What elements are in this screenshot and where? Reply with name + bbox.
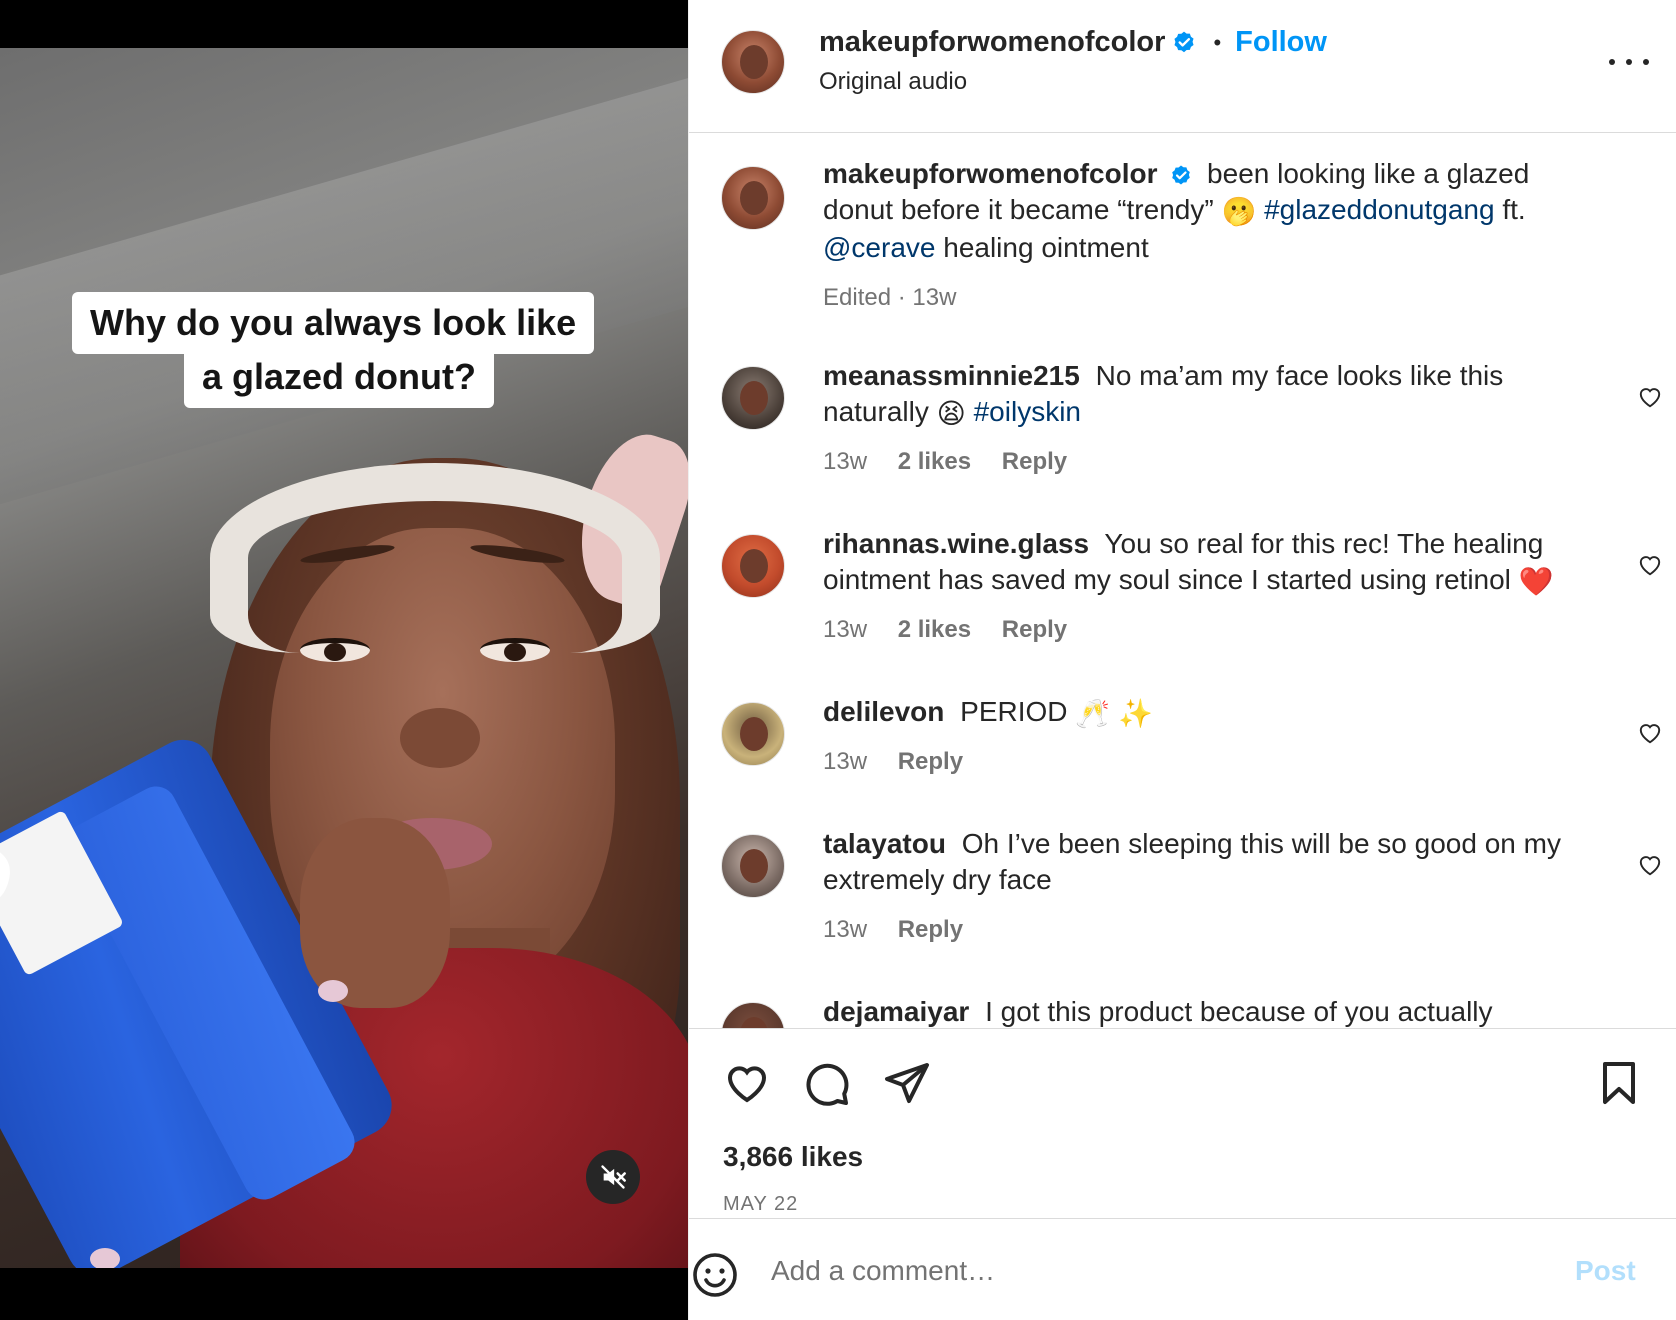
video-caption-line-2: a glazed donut? [184, 346, 494, 408]
comment-likes[interactable]: 2 likes [898, 448, 971, 475]
follow-button[interactable]: Follow [1235, 26, 1327, 59]
video-player[interactable]: CeraVe [0, 48, 688, 1268]
heart-icon[interactable] [1637, 720, 1663, 746]
verified-badge-icon [1172, 165, 1191, 185]
headband [210, 463, 660, 653]
comment-text: delilevon PERIOD 🥂 ✨ [823, 694, 1603, 732]
likes-count[interactable]: 3,866 likes [723, 1141, 863, 1173]
comment-body: PERIOD [960, 696, 1068, 727]
reply-button[interactable]: Reply [898, 916, 963, 943]
unmute-button[interactable] [586, 1150, 640, 1204]
comment-time: 13w [823, 448, 868, 475]
comment-text: rihannas.wine.glass You so real for this… [823, 526, 1603, 600]
post-button[interactable]: Post [1575, 1255, 1636, 1287]
comment-body: I got this product because of you actual… [985, 996, 1493, 1027]
caption-body: healing ointment [935, 231, 1149, 263]
comment-meta: 13w 2 likes Reply [823, 448, 1091, 476]
comment-time: 13w [823, 616, 868, 643]
emoji-champagne-sparkles: 🥂 ✨ [1075, 697, 1153, 729]
comment-meta: 13w Reply [823, 916, 987, 944]
verified-badge-icon [1174, 31, 1194, 52]
comment-username[interactable]: talayatou [823, 828, 946, 859]
hand [300, 818, 450, 1008]
comment-composer: Post [689, 1218, 1676, 1320]
commenter-avatar[interactable] [721, 366, 785, 430]
post-date[interactable]: MAY 22 [723, 1193, 798, 1216]
emoji-red-heart: ❤️ [1518, 565, 1554, 597]
emoji-tired-face: 😫 [936, 397, 966, 429]
comment-likes[interactable]: 2 likes [898, 616, 971, 643]
comment-username[interactable]: delilevon [823, 696, 944, 727]
heart-icon[interactable] [1637, 384, 1663, 410]
comment-text: meanassminnie215 No ma’am my face looks … [823, 358, 1603, 432]
audio-label[interactable]: Original audio [819, 68, 967, 96]
commenter-avatar[interactable] [721, 702, 785, 766]
nose [400, 708, 480, 768]
muted-speaker-icon [601, 1165, 626, 1189]
eye-left [300, 638, 370, 662]
background-wall [0, 48, 688, 508]
mention-link[interactable]: @cerave [823, 232, 935, 263]
caption-meta: Edited · 13w [823, 284, 957, 311]
comment-input[interactable] [771, 1247, 1471, 1295]
video-caption-line-1: Why do you always look like [72, 292, 595, 354]
post-actions: 3,866 likes MAY 22 [689, 1028, 1676, 1218]
emoji-icon[interactable] [691, 1251, 739, 1299]
post-header: makeupforwomenofcolor • Follow Original … [689, 0, 1676, 133]
fingernail [318, 980, 348, 1002]
commenter-avatar[interactable] [721, 1002, 785, 1028]
comment-text: talayatou Oh I’ve been sleeping this wil… [823, 826, 1603, 898]
heart-icon[interactable] [1637, 852, 1663, 878]
more-options-icon[interactable] [1609, 50, 1649, 74]
comment-meta: 13w Reply [823, 748, 987, 776]
eye-right [480, 638, 550, 662]
author-avatar[interactable] [721, 30, 785, 94]
caption-body: ft. [1494, 194, 1526, 225]
comment-username[interactable]: rihannas.wine.glass [823, 528, 1089, 559]
separator-dot: • [1213, 29, 1222, 55]
heart-icon[interactable] [1637, 552, 1663, 578]
comment-time: 13w [823, 748, 868, 775]
caption-text: makeupforwomenofcolor been looking like … [823, 156, 1603, 266]
emoji-face-peeking: 🫢 [1221, 195, 1257, 227]
hashtag-link[interactable]: #glazeddonutgang [1264, 194, 1494, 225]
hashtag-link[interactable]: #oilyskin [974, 396, 1081, 427]
share-icon[interactable] [883, 1059, 931, 1107]
comment-username[interactable]: meanassminnie215 [823, 360, 1080, 391]
video-pane[interactable]: CeraVe Why do you always look like a gla… [0, 0, 688, 1320]
reply-button[interactable]: Reply [1002, 616, 1067, 643]
caption-username[interactable]: makeupforwomenofcolor [823, 158, 1157, 189]
author-line: makeupforwomenofcolor • Follow [819, 26, 1327, 59]
bookmark-icon[interactable] [1595, 1059, 1643, 1107]
comment-time: 13w [823, 916, 868, 943]
reply-button[interactable]: Reply [1002, 448, 1067, 475]
commenter-avatar[interactable] [721, 534, 785, 598]
comment-icon[interactable] [803, 1059, 851, 1107]
commenter-avatar[interactable] [721, 834, 785, 898]
comment-text: dejamaiyar I got this product because of… [823, 994, 1603, 1028]
comment-username[interactable]: dejamaiyar [823, 996, 969, 1027]
comments-list[interactable]: makeupforwomenofcolor been looking like … [689, 134, 1676, 1028]
author-avatar[interactable] [721, 166, 785, 230]
comment-meta: 13w 2 likes Reply [823, 616, 1091, 644]
reply-button[interactable]: Reply [898, 748, 963, 775]
fingernail [90, 1248, 120, 1268]
author-username[interactable]: makeupforwomenofcolor [819, 26, 1165, 59]
heart-icon[interactable] [723, 1059, 771, 1107]
post-panel: makeupforwomenofcolor • Follow Original … [688, 0, 1676, 1320]
